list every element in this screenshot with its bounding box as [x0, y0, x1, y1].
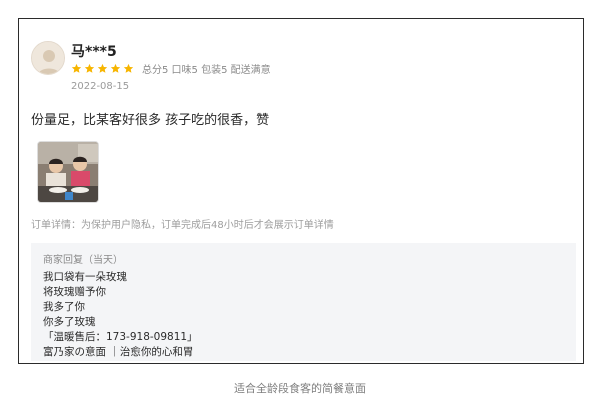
- star-icon: [97, 63, 108, 74]
- star-icon: [110, 63, 121, 74]
- reply-line: 「温暖售后：173-918-09811」: [43, 331, 198, 343]
- review-text: 份量足，比某客好很多 孩子吃的很香，赞: [31, 113, 270, 128]
- image-caption: 适合全龄段食客的简餐意面: [234, 382, 366, 395]
- avatar[interactable]: [31, 41, 65, 75]
- user-avatar-icon: [32, 42, 64, 74]
- reply-line: 你多了玫瑰: [43, 316, 96, 328]
- reply-line: 将玫瑰赠予你: [43, 286, 106, 298]
- review-photo[interactable]: [37, 141, 99, 203]
- star-icon: [71, 63, 82, 74]
- star-icon: [84, 63, 95, 74]
- merchant-reply: 商家回复（当天） 我口袋有一朵玫瑰 将玫瑰赠予你 我多了你 你多了玫瑰 「温暖售…: [31, 243, 576, 361]
- children-eating-photo-icon: [38, 142, 98, 202]
- review-date: 2022-08-15: [71, 81, 130, 92]
- rating-row: 总分5 口味5 包装5 配送满意: [71, 61, 271, 76]
- merchant-reply-label: 商家回复（当天）: [43, 255, 123, 266]
- order-detail-notice: 订单详情：为保护用户隐私，订单完成后48小时后才会展示订单详情: [31, 220, 334, 231]
- ratings-breakdown: 总分5 口味5 包装5 配送满意: [142, 64, 271, 76]
- reply-line: 我口袋有一朵玫瑰: [43, 271, 127, 283]
- username: 马***5: [71, 44, 117, 60]
- review-card: 马***5 总分5 口味5 包装5 配送满意 2022-08-15 份量足，比某…: [18, 18, 584, 364]
- reply-line: 富乃家の意面 ｜治愈你的心和胃: [43, 346, 194, 358]
- reply-line: 我多了你: [43, 301, 85, 313]
- star-icon: [123, 63, 134, 74]
